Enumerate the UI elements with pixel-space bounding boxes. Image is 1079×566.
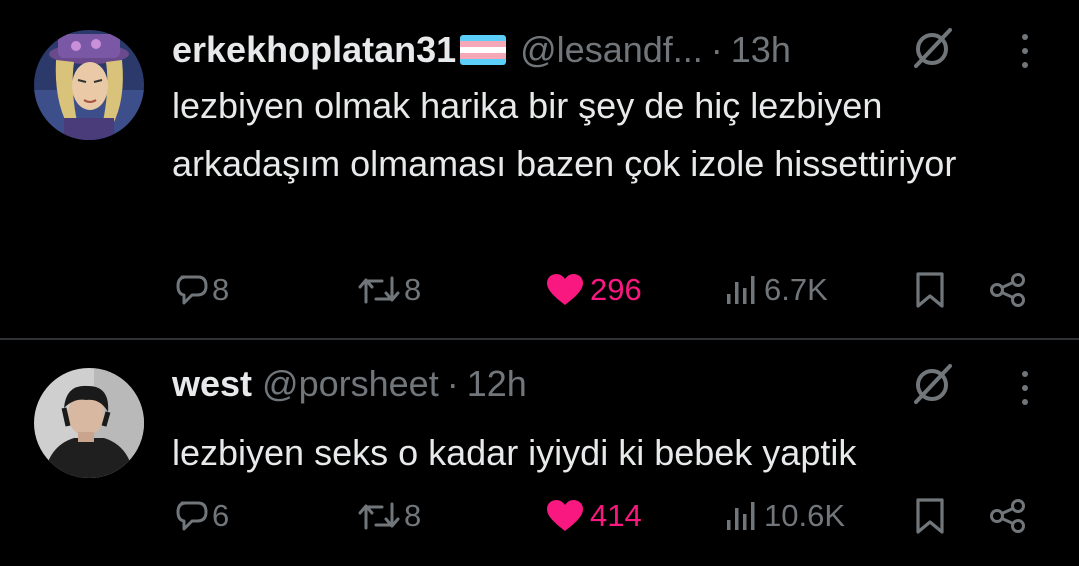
tweet-text: lezbiyen olmak harika bir şey de hiç lez… <box>172 85 957 184</box>
more-options-icon[interactable] <box>1015 368 1035 408</box>
tweet-actions: 6 8 414 10.6K <box>172 494 1052 538</box>
tweet[interactable]: west @porsheet · 12h lezbiyen seks o kad… <box>0 340 1079 566</box>
username[interactable]: @lesandf... <box>520 29 703 71</box>
repost-count: 8 <box>404 272 422 307</box>
reply-count: 8 <box>212 272 230 307</box>
like-count: 414 <box>590 498 642 533</box>
repost-icon <box>358 276 400 304</box>
share-button[interactable] <box>988 494 1028 538</box>
tweet-text: lezbiyen seks o kadar iyiydi ki bebek ya… <box>172 432 857 473</box>
reply-icon <box>176 501 208 531</box>
repost-count: 8 <box>404 498 422 533</box>
share-button[interactable] <box>988 268 1028 312</box>
tweet-header: west @porsheet · 12h <box>172 360 527 408</box>
timestamp[interactable]: 13h <box>731 29 791 71</box>
display-name[interactable]: erkekhoplatan31 <box>172 29 456 71</box>
avatar[interactable] <box>34 30 144 140</box>
tweet[interactable]: erkekhoplatan31 @lesandf... · 13h lezbiy… <box>0 0 1079 338</box>
bookmark-icon <box>916 272 944 308</box>
reply-count: 6 <box>212 498 230 533</box>
like-count: 296 <box>590 272 642 307</box>
view-count: 6.7K <box>764 272 828 307</box>
tweet-header: erkekhoplatan31 @lesandf... · 13h <box>172 26 791 74</box>
analytics-icon <box>727 502 755 530</box>
bookmark-button[interactable] <box>914 268 946 312</box>
separator: · <box>446 363 459 404</box>
bookmark-button[interactable] <box>914 494 946 538</box>
share-icon <box>990 499 1025 533</box>
heart-icon <box>547 500 583 531</box>
transgender-flag-icon <box>460 35 507 65</box>
repost-button[interactable]: 8 <box>356 494 421 538</box>
grok-icon[interactable] <box>908 24 956 72</box>
share-icon <box>990 273 1025 307</box>
analytics-icon <box>727 276 755 304</box>
reply-button[interactable]: 6 <box>174 494 229 538</box>
separator: · <box>710 29 723 70</box>
views-button[interactable]: 6.7K <box>726 268 828 312</box>
view-count: 10.6K <box>764 498 846 533</box>
timestamp[interactable]: 12h <box>467 363 527 405</box>
heart-icon <box>547 274 583 305</box>
reply-button[interactable]: 8 <box>174 268 229 312</box>
username[interactable]: @porsheet <box>262 363 439 405</box>
repost-button[interactable]: 8 <box>356 268 421 312</box>
bookmark-icon <box>916 498 944 534</box>
reply-icon <box>176 275 208 305</box>
like-button[interactable]: 414 <box>546 494 642 538</box>
like-button[interactable]: 296 <box>546 268 642 312</box>
grok-icon[interactable] <box>908 360 956 408</box>
more-options-icon[interactable] <box>1015 31 1035 71</box>
display-name[interactable]: west <box>172 363 252 405</box>
avatar[interactable] <box>34 368 144 478</box>
views-button[interactable]: 10.6K <box>726 494 845 538</box>
repost-icon <box>358 502 400 530</box>
tweet-actions: 8 8 296 6.7K <box>172 268 1052 312</box>
